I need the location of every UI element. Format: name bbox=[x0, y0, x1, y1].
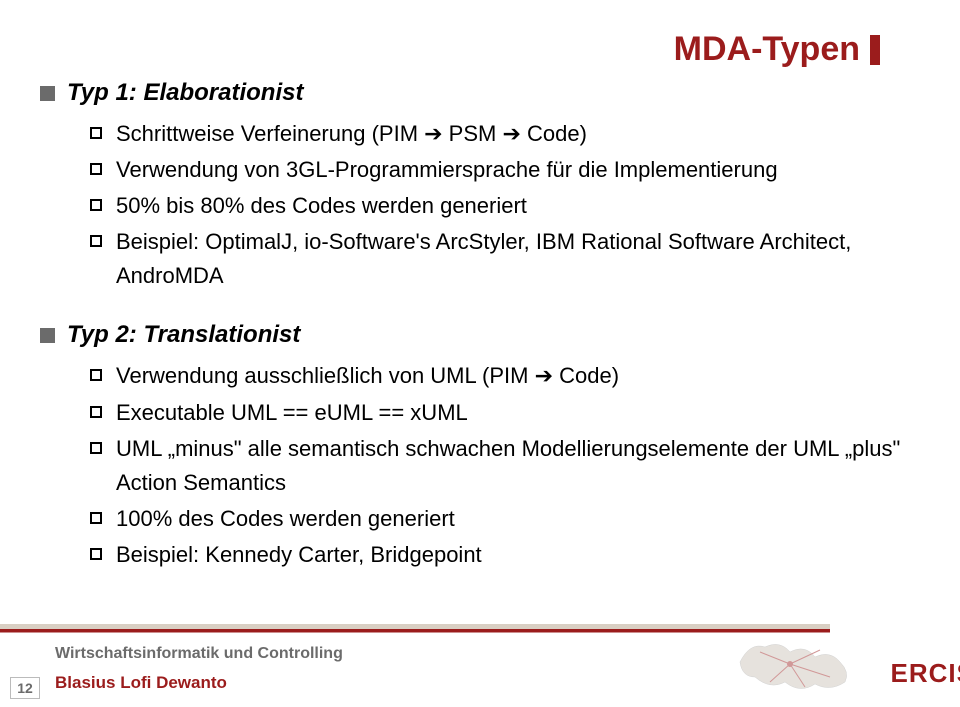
section-heading-1: Typ 1: Elaborationist bbox=[40, 79, 910, 107]
list-item: Beispiel: Kennedy Carter, Bridgepoint bbox=[90, 538, 910, 572]
item-text: 50% bis 80% des Codes werden generiert bbox=[116, 189, 527, 223]
header-row: MDA-Typen bbox=[60, 30, 910, 69]
filled-square-bullet-icon bbox=[40, 328, 55, 343]
list-item: Executable UML == eUML == xUML bbox=[90, 396, 910, 430]
item-list-1: Schrittweise Verfeinerung (PIM ➔ PSM ➔ C… bbox=[60, 117, 910, 293]
list-item: 100% des Codes werden generiert bbox=[90, 502, 910, 536]
footer-department: Wirtschaftsinformatik und Controlling bbox=[55, 645, 343, 663]
item-text: Executable UML == eUML == xUML bbox=[116, 396, 468, 430]
page-number: 12 bbox=[10, 677, 40, 699]
item-text: Schrittweise Verfeinerung (PIM ➔ PSM ➔ C… bbox=[116, 117, 587, 151]
title-marker bbox=[870, 35, 880, 65]
heading-text-2: Typ 2: Translationist bbox=[67, 321, 300, 349]
logo-text: ERCIS bbox=[891, 658, 960, 689]
slide-title: MDA-Typen bbox=[674, 30, 860, 69]
hollow-square-bullet-icon bbox=[90, 548, 102, 560]
hollow-square-bullet-icon bbox=[90, 369, 102, 381]
item-text: 100% des Codes werden generiert bbox=[116, 502, 455, 536]
hollow-square-bullet-icon bbox=[90, 442, 102, 454]
footer-author: Blasius Lofi Dewanto bbox=[55, 673, 227, 693]
list-item: Verwendung von 3GL-Programmiersprache fü… bbox=[90, 153, 910, 187]
heading-text-1: Typ 1: Elaborationist bbox=[67, 79, 303, 107]
section-type-1: Typ 1: Elaborationist Schrittweise Verfe… bbox=[60, 79, 910, 293]
section-heading-2: Typ 2: Translationist bbox=[40, 321, 910, 349]
hollow-square-bullet-icon bbox=[90, 406, 102, 418]
item-text: UML „minus" alle semantisch schwachen Mo… bbox=[116, 432, 910, 500]
list-item: 50% bis 80% des Codes werden generiert bbox=[90, 189, 910, 223]
hollow-square-bullet-icon bbox=[90, 512, 102, 524]
footer: Wirtschaftsinformatik und Controlling Bl… bbox=[0, 617, 960, 707]
hollow-square-bullet-icon bbox=[90, 127, 102, 139]
item-text: Beispiel: OptimalJ, io-Software's ArcSty… bbox=[116, 225, 910, 293]
footer-divider bbox=[0, 624, 830, 638]
hollow-square-bullet-icon bbox=[90, 163, 102, 175]
list-item: Schrittweise Verfeinerung (PIM ➔ PSM ➔ C… bbox=[90, 117, 910, 151]
list-item: UML „minus" alle semantisch schwachen Mo… bbox=[90, 432, 910, 500]
item-list-2: Verwendung ausschließlich von UML (PIM ➔… bbox=[60, 359, 910, 572]
item-text: Verwendung von 3GL-Programmiersprache fü… bbox=[116, 153, 778, 187]
list-item: Beispiel: OptimalJ, io-Software's ArcSty… bbox=[90, 225, 910, 293]
hollow-square-bullet-icon bbox=[90, 235, 102, 247]
hollow-square-bullet-icon bbox=[90, 199, 102, 211]
list-item: Verwendung ausschließlich von UML (PIM ➔… bbox=[90, 359, 910, 393]
item-text: Verwendung ausschließlich von UML (PIM ➔… bbox=[116, 359, 619, 393]
item-text: Beispiel: Kennedy Carter, Bridgepoint bbox=[116, 538, 482, 572]
filled-square-bullet-icon bbox=[40, 86, 55, 101]
section-type-2: Typ 2: Translationist Verwendung ausschl… bbox=[60, 321, 910, 572]
map-graphic-icon bbox=[730, 622, 870, 702]
